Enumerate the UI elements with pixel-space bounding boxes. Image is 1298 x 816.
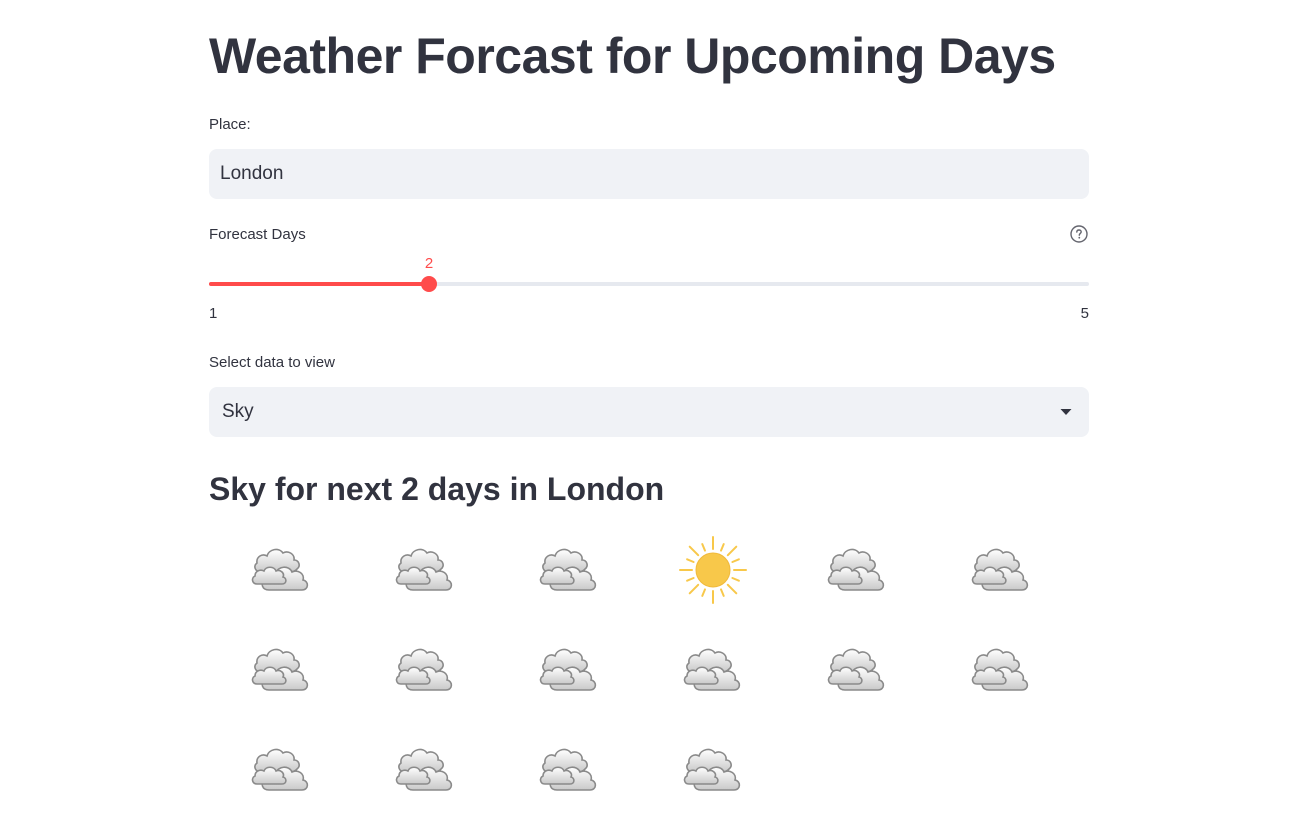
slider-max-label: 5: [1080, 305, 1089, 322]
cloud-icon: [531, 632, 607, 708]
help-icon[interactable]: [1070, 225, 1088, 243]
cloud-icon: [243, 532, 319, 608]
chevron-down-icon: [1060, 409, 1072, 415]
page-title: Weather Forcast for Upcoming Days: [209, 28, 1056, 84]
cloud-icon: [243, 632, 319, 708]
cloud-icon: [675, 632, 751, 708]
place-label: Place:: [209, 116, 251, 133]
cloud-icon: [387, 532, 463, 608]
data-select-value: Sky: [222, 401, 254, 422]
cloud-icon: [963, 632, 1039, 708]
cloud-icon: [819, 632, 895, 708]
cloud-icon: [531, 732, 607, 808]
slider-min-label: 1: [209, 305, 218, 322]
slider-current-value: 2: [424, 255, 434, 272]
cloud-icon: [387, 632, 463, 708]
cloud-icon: [387, 732, 463, 808]
slider-fill: [209, 282, 429, 286]
place-input[interactable]: [209, 149, 1089, 199]
cloud-icon: [819, 532, 895, 608]
results-heading: Sky for next 2 days in London: [209, 471, 665, 507]
cloud-icon: [963, 532, 1039, 608]
cloud-icon: [675, 732, 751, 808]
slider-thumb[interactable]: [421, 276, 437, 292]
select-data-label: Select data to view: [209, 354, 335, 371]
forecast-days-label: Forecast Days: [209, 226, 306, 243]
forecast-days-slider[interactable]: [209, 276, 1089, 292]
data-select[interactable]: Sky: [209, 387, 1089, 437]
cloud-icon: [243, 732, 319, 808]
sun-icon: [675, 532, 751, 608]
cloud-icon: [531, 532, 607, 608]
